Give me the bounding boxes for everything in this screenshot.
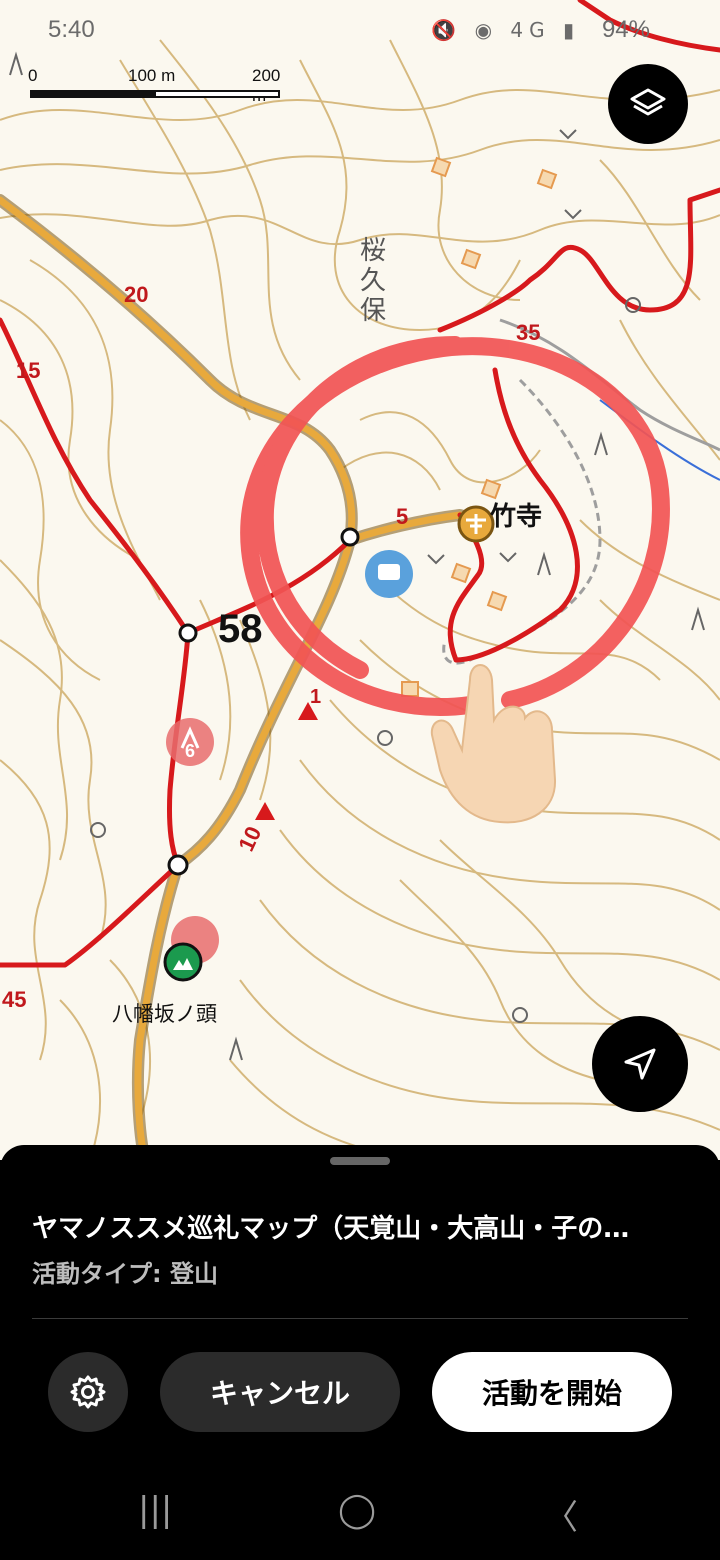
status-bar: 5:40 🔇 ◉ 4G ▮ 94% bbox=[0, 0, 720, 60]
label-yawatazaka: 八幡坂ノ頭 bbox=[112, 1002, 217, 1026]
layers-button[interactable] bbox=[608, 64, 688, 144]
map-view[interactable]: 竹寺 桜久保 八幡坂ノ頭 58 20 15 35 5 45 10 1 6 5:4… bbox=[0, 0, 720, 1160]
status-icons: 🔇 ◉ 4G ▮ bbox=[431, 18, 580, 42]
scale-mid: 100 m bbox=[128, 66, 176, 85]
scale-zero: 0 bbox=[28, 66, 38, 85]
home-button[interactable]: ◯ bbox=[338, 1490, 376, 1530]
scale-bar-right bbox=[154, 90, 280, 98]
sheet-drag-handle[interactable] bbox=[330, 1157, 390, 1165]
status-time: 5:40 bbox=[48, 16, 95, 43]
navigation-arrow-icon bbox=[624, 1048, 656, 1080]
activity-type: 活動タイプ: 登山 bbox=[32, 1260, 218, 1288]
my-location-button[interactable] bbox=[592, 1016, 688, 1112]
layers-icon bbox=[630, 88, 666, 116]
cancel-button[interactable]: キャンセル bbox=[160, 1352, 400, 1432]
back-button[interactable]: 〈 bbox=[544, 1490, 578, 1539]
contour-label-1: 1 bbox=[310, 686, 322, 708]
scale-bar-left bbox=[30, 90, 156, 98]
label-sakukubo: 桜久保 bbox=[360, 236, 387, 326]
settings-button[interactable] bbox=[48, 1352, 128, 1432]
topographic-map bbox=[0, 0, 720, 1160]
activity-bottom-sheet: ヤマノススメ巡礼マップ（天覚山・大高山・子の… 活動タイプ: 登山 キャンセル … bbox=[0, 1145, 720, 1560]
gear-icon bbox=[70, 1375, 106, 1409]
contour-label-35: 35 bbox=[516, 320, 541, 345]
divider bbox=[32, 1318, 688, 1319]
route-title: ヤマノススメ巡礼マップ（天覚山・大高山・子の… bbox=[32, 1214, 630, 1244]
status-battery: 94% bbox=[601, 16, 650, 43]
scale-end: 200 m bbox=[252, 66, 281, 105]
contour-label-5: 5 bbox=[396, 504, 409, 529]
contour-label-20: 20 bbox=[124, 282, 149, 307]
contour-label-15: 15 bbox=[16, 358, 41, 383]
contour-label-45: 45 bbox=[2, 987, 27, 1012]
label-peak-number: 58 bbox=[218, 607, 263, 651]
system-nav-bar: ||| ◯ 〈 bbox=[0, 1460, 720, 1560]
recents-button[interactable]: ||| bbox=[138, 1490, 172, 1530]
label-take-dera: 竹寺 bbox=[490, 502, 543, 532]
map-scale: 0 100 m 200 m bbox=[28, 66, 290, 106]
start-activity-button[interactable]: 活動を開始 bbox=[432, 1352, 672, 1432]
marker-number: 6 bbox=[185, 741, 196, 761]
